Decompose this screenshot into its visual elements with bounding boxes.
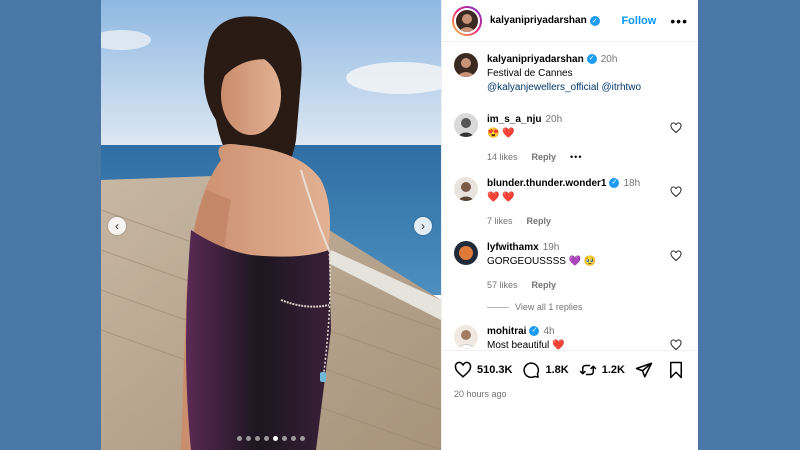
post-dialog: ‹ › kalyanipriyadarshan ✓ Follow ••• kal… <box>101 0 698 450</box>
like-comment-heart-icon[interactable] <box>670 339 682 350</box>
comment-likes[interactable]: 14 likes <box>487 150 518 164</box>
comment-text: GORGEOUSSSS 💜 🥹 <box>487 256 597 267</box>
comment-item: lyfwithamx 19h GORGEOUSSSS 💜 🥹 57 likes Re… <box>454 241 694 292</box>
commenter-username[interactable]: lyfwithamx <box>487 242 539 253</box>
author-username[interactable]: kalyanipriyadarshan <box>490 15 587 26</box>
commenter-avatar[interactable] <box>454 177 478 201</box>
send-icon <box>635 362 653 378</box>
post-timestamp: 20 hours ago <box>454 389 507 399</box>
caption-username[interactable]: kalyanipriyadarshan <box>487 54 584 65</box>
caption: kalyanipriyadarshan ✓ 20h Festival de Cann… <box>454 53 694 95</box>
like-comment-heart-icon[interactable] <box>670 186 682 198</box>
comment-text: Most beautiful ❤️ <box>487 340 565 350</box>
reply-button[interactable]: Reply <box>527 214 552 228</box>
verified-badge-icon: ✓ <box>589 15 600 26</box>
like-comment-heart-icon[interactable] <box>670 122 682 134</box>
verified-badge-icon: ✓ <box>529 326 540 337</box>
comment-time: 18h <box>623 178 641 189</box>
carousel-dot <box>273 436 278 441</box>
carousel-dot <box>255 436 260 441</box>
comment-item: mohitrai ✓ 4h Most beautiful ❤️ <box>454 325 694 350</box>
mention-link[interactable]: @kalyanjewellers_official <box>487 82 599 93</box>
comment-text: 😍 ❤️ <box>487 128 515 139</box>
follow-button[interactable]: Follow <box>621 15 656 27</box>
like-comment-heart-icon[interactable] <box>670 250 682 262</box>
author-avatar[interactable] <box>452 5 482 36</box>
comment-likes[interactable]: 7 likes <box>487 214 513 228</box>
carousel-dot <box>282 436 287 441</box>
carousel-dot <box>291 436 296 441</box>
view-replies-label: View all 1 replies <box>515 302 583 312</box>
bookmark-icon <box>669 361 682 379</box>
verified-badge-icon: ✓ <box>586 54 597 65</box>
comment-more-icon[interactable]: ••• <box>570 150 582 164</box>
carousel-dot <box>264 436 269 441</box>
photo-scene <box>101 0 441 450</box>
share-button[interactable] <box>635 361 658 379</box>
reply-button[interactable]: Reply <box>532 278 557 292</box>
commenter-username[interactable]: mohitrai <box>487 326 526 337</box>
repost-icon <box>579 364 596 376</box>
save-button[interactable] <box>668 361 689 379</box>
commenter-avatar[interactable] <box>454 241 478 265</box>
commenter-username[interactable]: im_s_a_nju <box>487 114 541 125</box>
comment-item: blunder.thunder.wonder1 ✓ 18h ❤️ ❤️ 7 like… <box>454 177 694 228</box>
post-photo: ‹ › <box>101 0 441 450</box>
verified-badge-icon: ✓ <box>609 178 620 189</box>
comment-time: 20h <box>545 114 563 125</box>
commenter-avatar[interactable] <box>454 113 478 137</box>
comment-count: 1.8K <box>545 364 569 376</box>
caption-avatar[interactable] <box>454 53 478 77</box>
view-replies-button[interactable]: View all 1 replies <box>487 302 582 312</box>
caption-time: 20h <box>600 54 618 65</box>
comment-likes[interactable]: 57 likes <box>487 278 518 292</box>
caption-text: Festival de Cannes <box>487 68 573 79</box>
comment-button[interactable]: 1.8K <box>522 361 569 379</box>
chevron-left-icon: ‹ <box>115 219 119 233</box>
commenter-avatar[interactable] <box>454 325 478 349</box>
comment-item: im_s_a_nju 20h 😍 ❤️ 14 likes Reply ••• <box>454 113 694 164</box>
chevron-right-icon: › <box>421 219 425 233</box>
repost-count: 1.2K <box>601 364 625 376</box>
carousel-dot <box>237 436 242 441</box>
comment-time: 19h <box>542 242 560 253</box>
comment-text: ❤️ ❤️ <box>487 192 515 203</box>
like-count: 510.3K <box>477 364 513 376</box>
reply-button[interactable]: Reply <box>532 150 557 164</box>
carousel-indicator <box>101 436 441 441</box>
comment-time: 4h <box>543 326 555 337</box>
repost-button[interactable]: 1.2K <box>579 361 625 379</box>
carousel-dot <box>246 436 251 441</box>
divider-line <box>487 306 509 308</box>
carousel-dot <box>300 436 305 441</box>
mention-link[interactable]: @itrhtwo <box>601 82 641 93</box>
post-actions: 510.3K 1.8K 1.2K 20 hours ago <box>442 350 698 450</box>
post-sidebar: kalyanipriyadarshan ✓ Follow ••• kalyani… <box>441 0 698 450</box>
comments-list: kalyanipriyadarshan ✓ 20h Festival de Cann… <box>442 43 698 350</box>
commenter-username[interactable]: blunder.thunder.wonder1 <box>487 178 606 189</box>
heart-icon <box>454 361 472 378</box>
previous-photo-button[interactable]: ‹ <box>108 217 126 235</box>
next-photo-button[interactable]: › <box>414 217 432 235</box>
more-options-icon[interactable]: ••• <box>670 13 688 29</box>
like-button[interactable]: 510.3K <box>454 361 512 379</box>
comment-bubble-icon <box>523 362 540 379</box>
post-header: kalyanipriyadarshan ✓ Follow ••• <box>442 0 698 42</box>
